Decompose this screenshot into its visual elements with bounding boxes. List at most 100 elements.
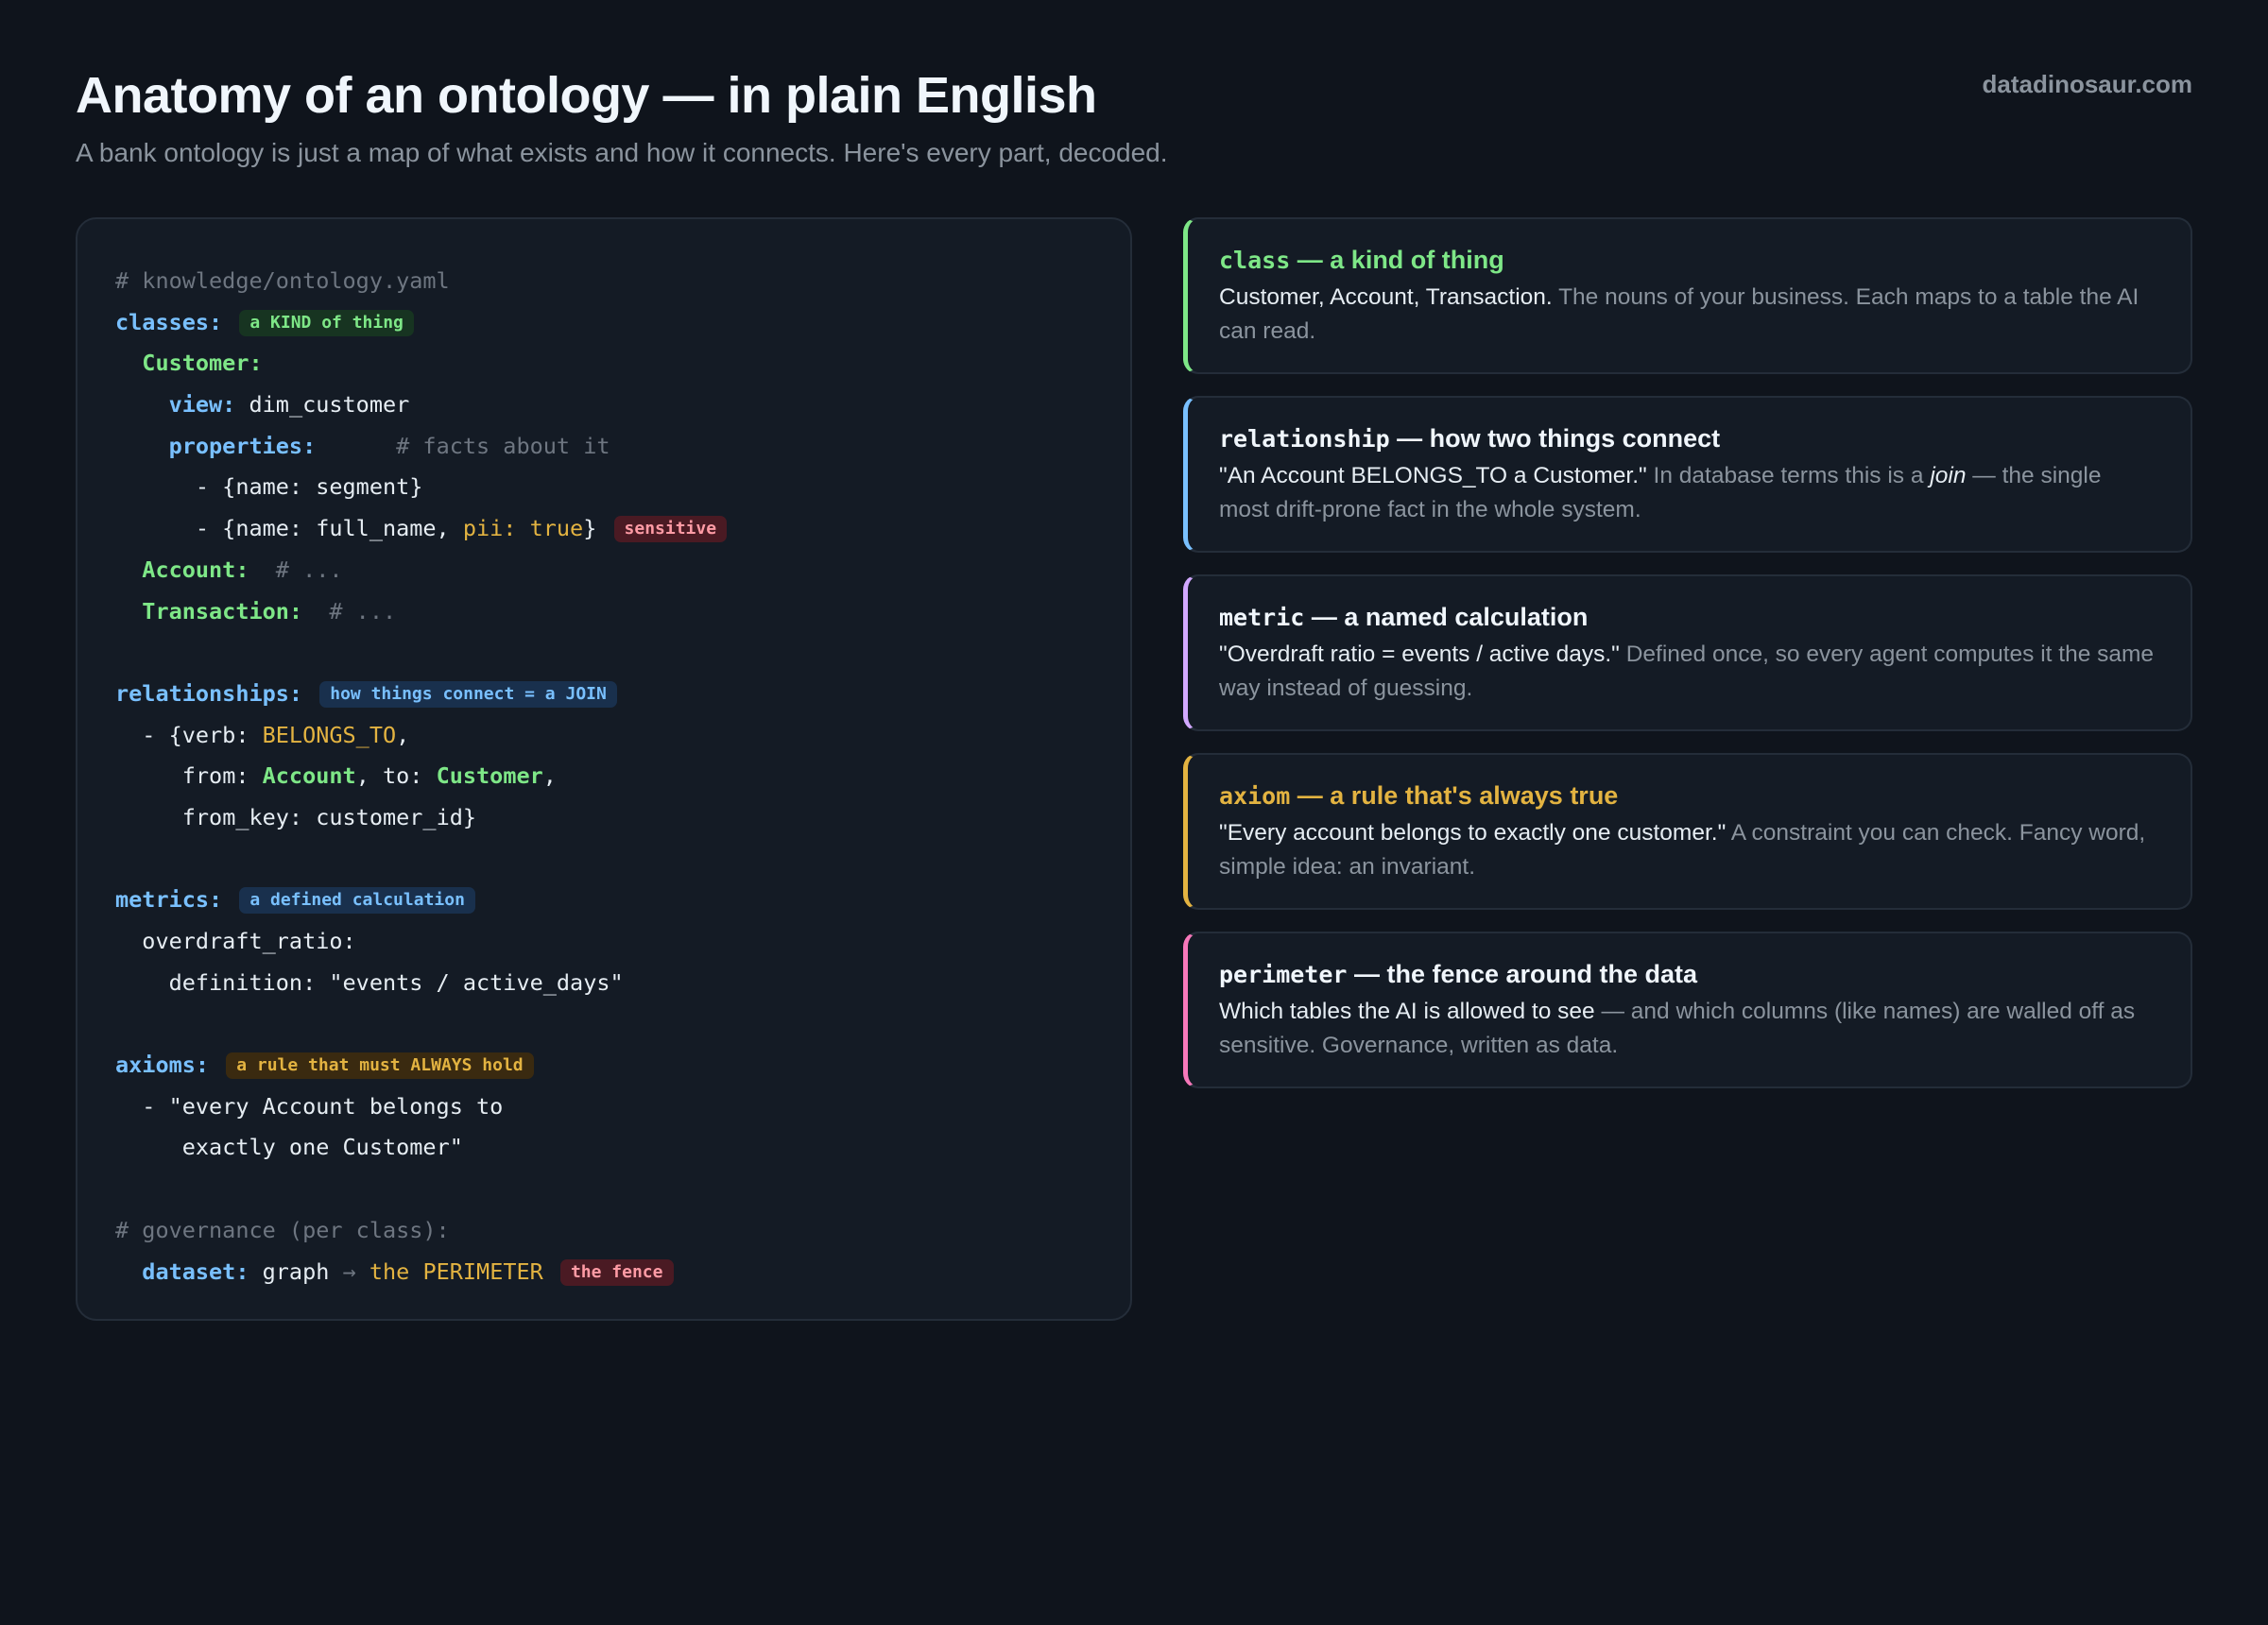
brand-domain: datadinosaur.com [1982,70,2193,98]
axioms-key: axioms: [115,1052,210,1079]
metric-name: overdraft_ratio: [142,928,356,954]
card-heading-text: — the fence around the data [1353,960,1698,988]
card-perimeter: perimeter — the fence around the data Wh… [1183,932,2192,1088]
card-heading: metric — a named calculation [1219,599,2156,636]
code-line: properties: # facts about it [115,426,1092,468]
code-text: , to: [355,762,437,790]
dataset-graph: graph [262,1257,330,1285]
relationship-verb: BELONGS_TO [262,721,397,748]
code-line: definition: "events / active_days" [115,963,1092,1004]
transaction-class-key: Transaction: [142,597,303,624]
card-lead: Which tables the AI is allowed to see [1219,999,1595,1024]
classes-annotation-badge: a KIND of thing [239,309,414,336]
code-line: Transaction: # ... [115,591,1092,633]
fence-badge: the fence [559,1258,674,1286]
card-heading: relationship — how two things connect [1219,420,2156,457]
relationship-to: Customer [436,762,543,790]
view-value: dim_customer [249,391,410,419]
card-body: "Overdraft ratio = events / active days.… [1219,638,2156,706]
code-line: - {name: full_name, pii: true} sensitive [115,508,1092,550]
card-body: "An Account BELONGS_TO a Customer." In d… [1219,459,2156,527]
code-line: - {verb: BELONGS_TO, [115,715,1092,757]
code-line: relationships: how things connect = a JO… [115,674,1092,715]
sensitive-badge: sensitive [613,516,728,543]
card-heading-text: — a rule that's always true [1297,781,1619,810]
relationships-key: relationships: [115,679,303,707]
code-line: - "every Account belongs to [115,1086,1092,1128]
card-heading-text: — a kind of thing [1297,246,1504,274]
view-key: view: [168,391,236,419]
code-line: classes: a KIND of thing [115,302,1092,344]
properties-key: properties: [168,432,317,459]
card-term: metric [1219,604,1305,631]
arrow-icon: → [342,1257,356,1285]
card-body: Customer, Account, Transaction. The noun… [1219,281,2156,349]
card-heading: perimeter — the fence around the data [1219,956,2156,993]
code-comment: # knowledge/ontology.yaml [115,267,450,294]
code-line: # governance (per class): [115,1210,1092,1252]
code-line: metrics: a defined calculation [115,880,1092,921]
code-line: from_key: customer_id} [115,797,1092,839]
property-fullname: - {name: full_name, [195,515,463,542]
code-text: , [396,721,410,748]
pii-flag: pii: true [462,515,584,542]
code-text: - {verb: [142,721,263,748]
card-body: "Every account belongs to exactly one cu… [1219,816,2156,884]
property-segment: - {name: segment} [195,473,423,501]
ontology-code-panel: # knowledge/ontology.yaml classes: a KIN… [76,217,1132,1321]
card-emphasis: join [1930,463,1967,488]
card-lead: Customer, Account, Transaction. [1219,284,1553,310]
dataset-key: dataset: [142,1257,249,1285]
metrics-key: metrics: [115,886,223,914]
card-class: class — a kind of thing Customer, Accoun… [1183,217,2192,374]
card-relationship: relationship — how two things connect "A… [1183,396,2192,553]
code-text: , [542,762,557,790]
dataset-perimeter: the PERIMETER [369,1257,543,1285]
code-comment: # ... [275,556,343,583]
axiom-text: exactly one Customer" [181,1134,463,1161]
account-class-key: Account: [142,556,249,583]
card-term: perimeter [1219,961,1348,988]
relationship-from: Account [262,762,356,790]
card-term: axiom [1219,782,1291,810]
card-term: class [1219,247,1291,274]
classes-key: classes: [115,308,223,335]
metric-definition: definition: "events / active_days" [168,968,624,996]
code-line: overdraft_ratio: [115,921,1092,963]
relationships-annotation-badge: how things connect = a JOIN [319,680,617,708]
code-comment: # governance (per class): [115,1216,450,1243]
card-axiom: axiom — a rule that's always true "Every… [1183,753,2192,910]
card-lead: "An Account BELONGS_TO a Customer." [1219,463,1647,488]
metrics-annotation-badge: a defined calculation [239,887,475,915]
card-metric: metric — a named calculation "Overdraft … [1183,574,2192,731]
relationship-fromkey: from_key: customer_id} [181,803,477,830]
code-line: Customer: [115,343,1092,385]
code-comment: # facts about it [396,432,610,459]
card-heading-text: — how two things connect [1397,424,1721,453]
card-lead: "Overdraft ratio = events / active days.… [1219,641,1620,667]
code-line: - {name: segment} [115,467,1092,508]
customer-class-key: Customer: [142,350,263,377]
page-subtitle: A bank ontology is just a map of what ex… [76,138,1168,167]
card-heading: class — a kind of thing [1219,242,2156,279]
code-brace: } [583,515,597,542]
code-line: # knowledge/ontology.yaml [115,261,1092,302]
axiom-text: - "every Account belongs to [142,1092,504,1120]
card-term: relationship [1219,425,1390,453]
card-heading: axiom — a rule that's always true [1219,778,2156,814]
card-description: In database terms this is a [1653,463,1924,488]
card-lead: "Every account belongs to exactly one cu… [1219,820,1727,846]
code-comment: # ... [329,597,397,624]
card-body: Which tables the AI is allowed to see — … [1219,995,2156,1063]
code-line: dataset: graph → the PERIMETER the fence [115,1252,1092,1293]
axioms-annotation-badge: a rule that must ALWAYS hold [226,1052,534,1080]
card-heading-text: — a named calculation [1311,603,1589,631]
code-line: exactly one Customer" [115,1127,1092,1169]
code-line: view: dim_customer [115,385,1092,426]
page-title: Anatomy of an ontology — in plain Englis… [76,67,1097,124]
code-text: from: [181,762,263,790]
